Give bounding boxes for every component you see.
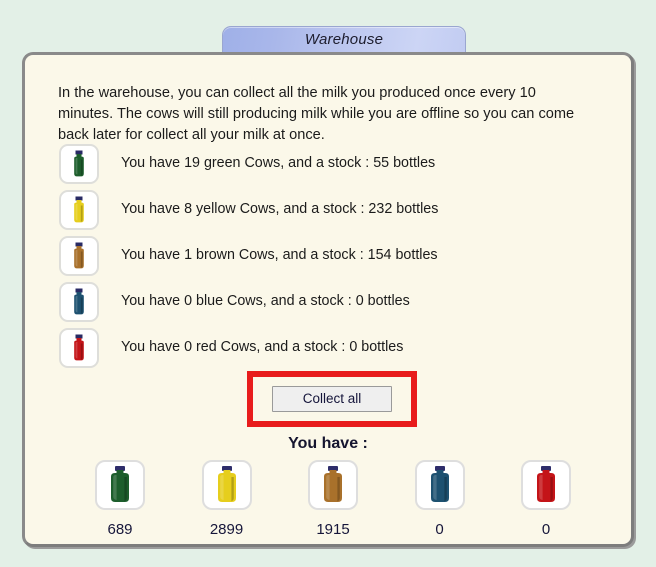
milk-bottle-red-icon <box>59 328 99 368</box>
milk-bottle-blue-icon <box>59 282 99 322</box>
stock-row-list: You have 19 green Cows, and a stock : 55… <box>59 144 599 374</box>
milk-bottle-green-icon <box>59 144 99 184</box>
jar-glyph <box>211 465 243 505</box>
stock-row-label: You have 1 brown Cows, and a stock : 154… <box>121 247 438 263</box>
total-count: 2899 <box>209 521 244 538</box>
milk-jar-red-icon <box>521 460 571 510</box>
stock-row-label: You have 0 red Cows, and a stock : 0 bot… <box>121 339 404 355</box>
total-count: 0 <box>435 521 444 538</box>
jar-glyph <box>530 465 562 505</box>
total-cell: 1915 <box>296 460 370 538</box>
milk-jar-brown-icon <box>308 460 358 510</box>
total-count: 0 <box>541 521 551 538</box>
milk-jar-green-icon <box>95 460 145 510</box>
stock-row-label: You have 8 yellow Cows, and a stock : 23… <box>121 201 439 217</box>
stock-row: You have 1 brown Cows, and a stock : 154… <box>59 236 599 282</box>
jar-glyph <box>317 465 349 505</box>
total-cell: 689 <box>83 460 157 538</box>
tab-strip: Warehouse <box>0 26 656 53</box>
bottle-glyph <box>70 288 88 316</box>
totals-heading: You have : <box>288 435 368 452</box>
bottle-glyph <box>70 196 88 224</box>
stock-row: You have 19 green Cows, and a stock : 55… <box>59 144 599 190</box>
bottle-glyph <box>70 242 88 270</box>
tab-warehouse-label: Warehouse <box>304 31 384 48</box>
milk-bottle-brown-icon <box>59 236 99 276</box>
collect-all-button[interactable]: Collect all <box>272 386 392 412</box>
total-count: 1915 <box>316 521 350 538</box>
bottle-glyph <box>70 334 88 362</box>
stock-row-label: You have 19 green Cows, and a stock : 55… <box>121 155 436 171</box>
jar-glyph <box>424 465 456 505</box>
milk-bottle-yellow-icon <box>59 190 99 230</box>
stock-row: You have 8 yellow Cows, and a stock : 23… <box>59 190 599 236</box>
stock-row: You have 0 blue Cows, and a stock : 0 bo… <box>59 282 599 328</box>
total-cell: 0 <box>509 460 583 538</box>
stock-row: You have 0 red Cows, and a stock : 0 bot… <box>59 328 599 374</box>
warehouse-panel: In the warehouse, you can collect all th… <box>22 52 634 547</box>
jar-glyph <box>104 465 136 505</box>
bottle-glyph <box>70 150 88 178</box>
tab-warehouse[interactable]: Warehouse <box>222 26 466 53</box>
warehouse-description: In the warehouse, you can collect all th… <box>58 84 575 143</box>
milk-jar-blue-icon <box>414 460 465 510</box>
totals-list: 689 2899 1915 0 0 <box>83 460 583 538</box>
milk-jar-yellow-icon <box>201 460 252 510</box>
total-cell: 2899 <box>190 460 264 538</box>
total-count: 689 <box>107 521 133 538</box>
collect-all-highlight: Collect all <box>247 371 417 427</box>
stock-row-label: You have 0 blue Cows, and a stock : 0 bo… <box>121 293 410 309</box>
total-cell: 0 <box>403 460 477 538</box>
